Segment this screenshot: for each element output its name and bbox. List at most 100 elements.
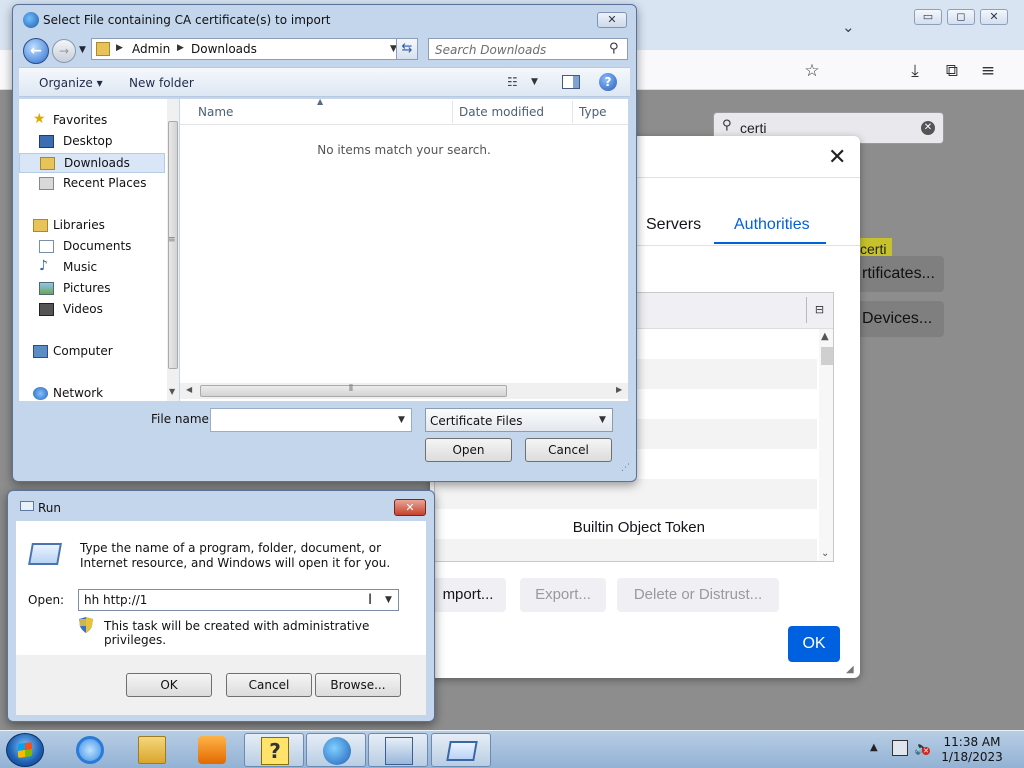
- close-button[interactable]: ✕: [597, 12, 627, 28]
- scroll-left-icon[interactable]: ◀: [186, 385, 192, 394]
- menu-icon[interactable]: ≡: [977, 60, 999, 82]
- scroll-thumb[interactable]: [821, 347, 833, 365]
- minimize-button[interactable]: ▭: [914, 9, 942, 25]
- nav-scrollbar[interactable]: ≡ ▼: [167, 99, 179, 401]
- refresh-button[interactable]: ⇆: [396, 38, 418, 60]
- organize-button[interactable]: Organize ▾: [39, 76, 103, 90]
- scroll-down-icon[interactable]: ▼: [169, 387, 175, 396]
- close-button[interactable]: ✕: [394, 499, 426, 516]
- sidebar-item-desktop[interactable]: Desktop: [19, 132, 165, 152]
- tab-servers[interactable]: Servers: [646, 216, 701, 234]
- sidebar-item-videos[interactable]: Videos: [19, 300, 165, 320]
- vertical-scrollbar[interactable]: [819, 329, 833, 561]
- history-dropdown-icon[interactable]: ▼: [79, 45, 86, 55]
- cancel-button[interactable]: Cancel: [525, 438, 612, 462]
- chevron-right-icon[interactable]: ▶: [177, 43, 184, 53]
- view-certificates-button[interactable]: rtificates...: [850, 256, 944, 292]
- breadcrumb-admin[interactable]: Admin: [132, 42, 170, 56]
- chevron-down-icon[interactable]: ⌄: [842, 18, 855, 36]
- scroll-up-icon[interactable]: ▲: [821, 331, 829, 342]
- views-icon[interactable]: ☷: [507, 75, 518, 89]
- scroll-thumb[interactable]: [168, 121, 178, 369]
- extensions-icon[interactable]: ⧉: [941, 60, 963, 82]
- chevron-down-icon[interactable]: ▼: [385, 595, 392, 605]
- downloads-icon[interactable]: ⤓: [904, 60, 926, 82]
- sidebar-item-documents[interactable]: Documents: [19, 237, 165, 257]
- table-row[interactable]: [435, 479, 817, 509]
- address-bar[interactable]: ▶ Admin ▶ Downloads ▼: [91, 38, 406, 60]
- open-button[interactable]: Open: [425, 438, 512, 462]
- sidebar-item-recent-places[interactable]: Recent Places: [19, 174, 165, 194]
- column-date-modified[interactable]: Date modified: [459, 105, 544, 119]
- sidebar-item-computer[interactable]: Computer: [19, 342, 165, 362]
- breadcrumb-downloads[interactable]: Downloads: [191, 42, 257, 56]
- import-button[interactable]: mport...: [430, 578, 506, 612]
- taskbar-run[interactable]: [431, 733, 491, 767]
- control-panel-icon: [385, 737, 413, 765]
- chevron-right-icon[interactable]: ▶: [116, 43, 123, 53]
- column-picker-icon[interactable]: ⊟: [806, 297, 832, 323]
- resize-grip-icon[interactable]: ◢: [846, 664, 854, 675]
- close-window-button[interactable]: ✕: [980, 9, 1008, 25]
- search-icon[interactable]: ⚲: [609, 41, 619, 56]
- taskbar-internet-explorer[interactable]: [60, 733, 120, 767]
- sidebar-item-downloads[interactable]: Downloads: [19, 153, 165, 173]
- sidebar-item-network[interactable]: Network: [19, 384, 165, 404]
- start-button[interactable]: [6, 733, 44, 767]
- horizontal-scrollbar[interactable]: ◀ ⦀ ▶: [180, 383, 628, 399]
- show-hidden-icons-icon[interactable]: ▲: [870, 742, 878, 753]
- clock[interactable]: 11:38 AM 1/18/2023: [936, 735, 1008, 765]
- new-folder-button[interactable]: New folder: [129, 76, 194, 90]
- scroll-down-icon[interactable]: ⌄: [821, 548, 829, 559]
- delete-or-distrust-button[interactable]: Delete or Distrust...: [617, 578, 779, 612]
- maximize-button[interactable]: ◻: [947, 9, 975, 25]
- file-type-select[interactable]: Certificate Files ▼: [425, 408, 613, 432]
- security-devices-button[interactable]: Devices...: [850, 301, 944, 337]
- column-type[interactable]: Type: [579, 105, 607, 119]
- ok-button[interactable]: OK: [126, 673, 212, 697]
- browse-button[interactable]: Browse...: [315, 673, 401, 697]
- resize-grip-icon[interactable]: ⋰: [621, 463, 630, 473]
- table-row[interactable]: [435, 539, 817, 561]
- list-header: ▲ Name Date modified Type: [180, 97, 628, 125]
- nav-favorites[interactable]: ★ Favorites: [19, 111, 165, 131]
- dialog-title: Select File containing CA certificate(s)…: [43, 13, 331, 27]
- taskbar-help[interactable]: ?: [244, 733, 304, 767]
- chevron-down-icon[interactable]: ▼: [531, 77, 538, 87]
- open-combobox[interactable]: hh http://1 I ▼: [78, 589, 399, 611]
- close-icon[interactable]: ✕: [828, 145, 846, 170]
- open-label: Open:: [28, 593, 65, 607]
- forward-button[interactable]: →: [52, 39, 76, 63]
- chevron-down-icon[interactable]: ▼: [599, 415, 606, 425]
- file-list[interactable]: ▲ Name Date modified Type No items match…: [180, 97, 628, 401]
- active-tab-indicator: [714, 242, 826, 244]
- tab-authorities[interactable]: Authorities: [734, 216, 810, 234]
- scroll-thumb[interactable]: ⦀: [200, 384, 507, 397]
- taskbar-explorer[interactable]: [122, 733, 182, 767]
- run-dialog: Run ✕ Type the name of a program, folder…: [7, 490, 435, 722]
- help-icon[interactable]: ?: [599, 73, 617, 91]
- export-button[interactable]: Export...: [520, 578, 606, 612]
- ok-button[interactable]: OK: [788, 626, 840, 662]
- open-value: hh http://1: [84, 593, 148, 607]
- chevron-down-icon[interactable]: ▼: [398, 415, 405, 425]
- taskbar: ? ▲ 🔈 ✕ 11:38 AM 1/18/2023: [0, 730, 1024, 768]
- preview-pane-icon[interactable]: [562, 75, 580, 89]
- clear-search-icon[interactable]: ✕: [921, 121, 935, 135]
- taskbar-firefox[interactable]: [306, 733, 366, 767]
- nav-libraries[interactable]: Libraries: [19, 216, 165, 236]
- file-name-input[interactable]: ▼: [210, 408, 412, 432]
- scroll-right-icon[interactable]: ▶: [616, 385, 622, 394]
- sidebar-item-pictures[interactable]: Pictures: [19, 279, 165, 299]
- bookmark-star-icon[interactable]: ☆: [801, 60, 823, 82]
- search-input[interactable]: Search Downloads ⚲: [428, 38, 628, 60]
- cancel-button[interactable]: Cancel: [226, 673, 312, 697]
- run-window-icon: [20, 501, 34, 511]
- back-button[interactable]: ←: [23, 38, 49, 64]
- computer-icon: [33, 345, 48, 358]
- taskbar-media-player[interactable]: [182, 733, 242, 767]
- taskbar-settings[interactable]: [368, 733, 428, 767]
- network-status-icon[interactable]: [892, 740, 908, 756]
- column-name[interactable]: Name: [198, 105, 233, 119]
- sidebar-item-music[interactable]: ♪ Music: [19, 258, 165, 278]
